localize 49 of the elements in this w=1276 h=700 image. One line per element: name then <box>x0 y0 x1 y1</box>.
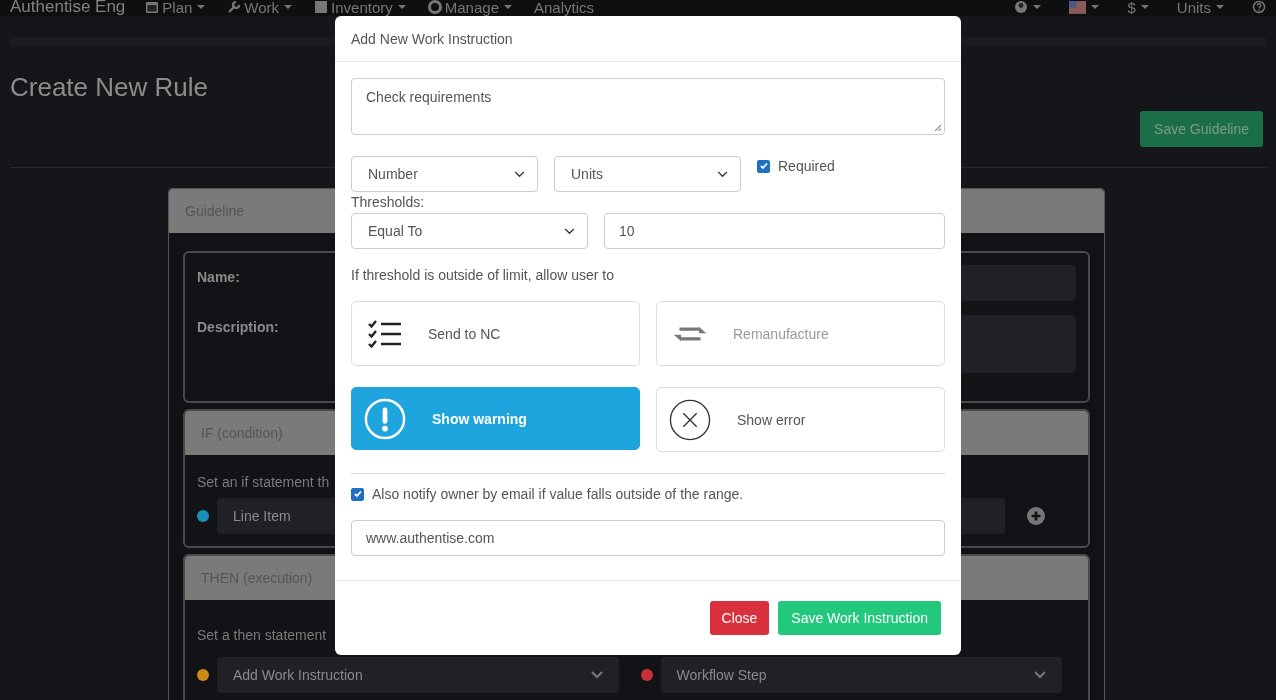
nav-dropdown[interactable]: Manage <box>427 0 512 14</box>
checkbox[interactable] <box>351 487 364 501</box>
threshold-field[interactable]: 10 <box>604 213 945 249</box>
email-field[interactable]: www.authentise.com <box>351 520 945 556</box>
instruction-text: Set a then statement <box>197 627 327 643</box>
nav-dropdown[interactable]: Plan <box>145 0 206 14</box>
chevron-icon <box>590 671 603 679</box>
resize-grip-icon <box>933 123 942 132</box>
field-label: Thresholds: <box>351 194 426 210</box>
close-circle-icon <box>669 398 711 441</box>
nav-dropdown[interactable]: Work <box>227 0 293 14</box>
user-icon <box>1014 0 1029 14</box>
language-dropdown[interactable] <box>1069 0 1100 14</box>
brand-name[interactable]: Authentise Eng <box>10 0 126 13</box>
chevron-icon <box>514 170 525 178</box>
nav-dropdown[interactable]: Units <box>1176 0 1224 14</box>
action-select[interactable]: Workflow Step <box>660 657 1062 693</box>
nav-dropdown[interactable]: $ <box>1127 0 1149 14</box>
instruction-text: Set an if statement th <box>197 474 330 490</box>
exclamation-circle-icon <box>364 397 406 440</box>
calendar-icon <box>145 0 160 14</box>
checkbox[interactable] <box>757 159 770 173</box>
add-icon[interactable] <box>1027 507 1045 525</box>
nav-link[interactable]: Analytics <box>534 0 595 14</box>
user-dropdown[interactable] <box>1014 0 1042 14</box>
chevron-icon <box>717 170 728 178</box>
units-select[interactable]: Units <box>554 156 741 192</box>
wrench-icon <box>227 0 242 14</box>
checklist-icon <box>368 318 402 349</box>
comparison-select[interactable]: Equal To <box>351 213 588 249</box>
chevron-icon <box>1034 671 1046 679</box>
description-field[interactable]: Check requirements <box>351 78 945 135</box>
notify-checkbox[interactable]: Also notify owner by email if value falls outside of the range. <box>351 486 945 502</box>
action-option[interactable]: Show error <box>656 387 945 452</box>
action-option[interactable]: Send to NC <box>351 301 640 366</box>
field-label: Description: <box>197 319 279 335</box>
flag-icon <box>1069 0 1087 14</box>
page-title: Create New Rule <box>10 72 208 103</box>
help-icon[interactable] <box>1252 0 1266 14</box>
dialog-title: Add New Work Instruction <box>351 30 513 47</box>
action-option[interactable]: Show warning <box>351 387 640 450</box>
nav-dropdown[interactable]: Inventory <box>314 0 406 14</box>
required-checkbox[interactable]: Required <box>757 158 835 174</box>
options-label: If threshold is outside of limit, allow user to <box>351 267 615 283</box>
chevron-icon <box>564 227 575 235</box>
close-button[interactable]: Close <box>709 601 770 635</box>
type-select[interactable]: Number <box>351 156 538 192</box>
action-select[interactable]: Add Work Instruction <box>217 657 619 693</box>
field-label: Name: <box>197 269 240 285</box>
